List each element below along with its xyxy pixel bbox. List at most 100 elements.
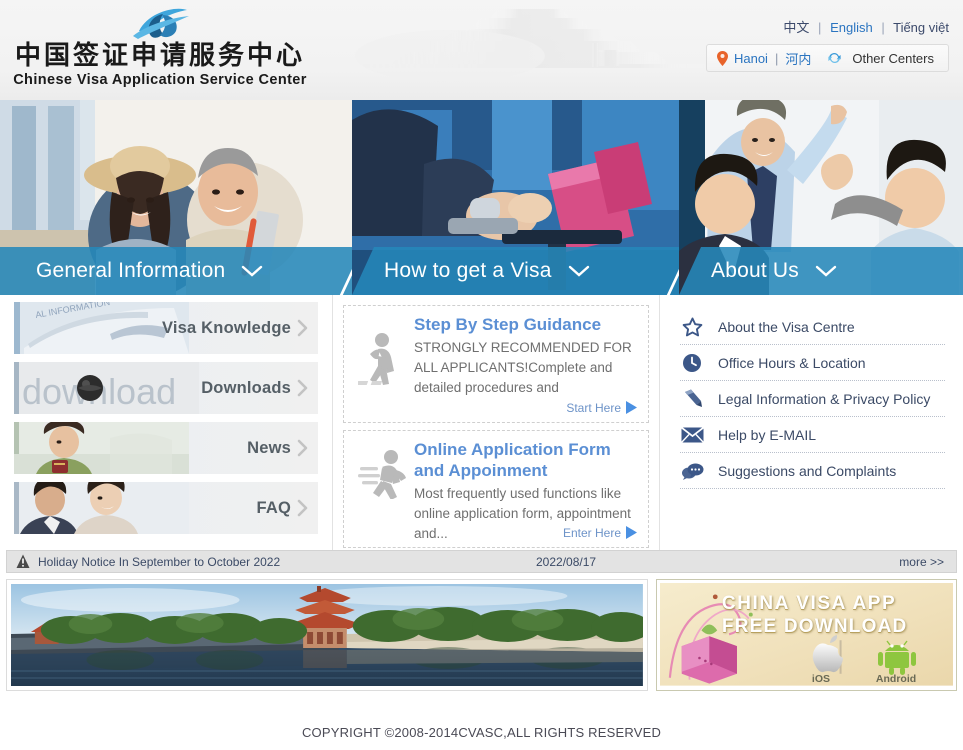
menu-label-visa-knowledge: Visa Knowledge: [161, 318, 291, 337]
swoosh-globe-logo-icon: [133, 8, 189, 39]
card-step-by-step-guidance[interactable]: Step By Step Guidance STRONGLY RECOMMEND…: [343, 305, 649, 423]
brand-name-cn: 中国签证申请服务中心: [14, 41, 305, 70]
center-city-cn[interactable]: 河内: [785, 49, 811, 68]
brand-name-en: Chinese Visa Application Service Center: [13, 72, 307, 88]
lang-option-vi[interactable]: Tiếng việt: [893, 20, 949, 35]
cta-enter-here[interactable]: Enter Here: [563, 525, 638, 540]
card-online-application-form[interactable]: Online Application Form and Appoinment M…: [343, 430, 649, 548]
android-icon: [877, 640, 916, 675]
banner-china-visa-app[interactable]: CHINA VISA APP FREE DOWNLOAD iOS Android: [655, 579, 957, 691]
news-thumbnail: [14, 422, 189, 474]
notice-bar-wrap: Holiday Notice In September to October 2…: [0, 550, 963, 573]
app-title-line1: CHINA VISA APP: [721, 593, 897, 614]
banner-forbidden-city[interactable]: [6, 579, 648, 691]
menu-label-downloads: Downloads: [201, 378, 291, 397]
link-label-office-hours-location: Office Hours & Location: [718, 354, 866, 371]
about-links-column: About the Visa Centre Office Hours & Loc…: [660, 295, 963, 550]
refresh-icon[interactable]: [827, 51, 842, 65]
downloads-thumbnail: download: [14, 362, 199, 414]
download-word-photo: download: [14, 362, 199, 414]
chevron-right-icon: [297, 439, 308, 457]
main-columns: AL INFORMATION Visa Knowledge download: [0, 295, 963, 550]
guidance-cards-column: Step By Step Guidance STRONGLY RECOMMEND…: [333, 295, 660, 550]
hero-label-how-to-get-a-visa: How to get a Visa: [384, 259, 552, 282]
link-suggestions-and-complaints[interactable]: Suggestions and Complaints: [680, 453, 945, 489]
hero-panel-general-information[interactable]: General Information: [0, 100, 352, 295]
chevron-down-icon: [815, 265, 837, 277]
star-icon: [680, 317, 704, 337]
hero-panel-about-us[interactable]: About Us: [679, 100, 963, 295]
link-help-by-email[interactable]: Help by E-MAIL: [680, 417, 945, 453]
hero-panel-how-to-get-a-visa[interactable]: How to get a Visa: [352, 100, 679, 295]
location-pin-icon: [716, 50, 728, 66]
notice-date: 2022/08/17: [536, 554, 597, 569]
center-city-en[interactable]: Hanoi: [734, 51, 768, 66]
menu-label-faq: FAQ: [256, 498, 291, 517]
menu-item-news[interactable]: News: [14, 422, 318, 474]
lang-separator-2: |: [881, 20, 885, 35]
walking-person-icon: [358, 333, 394, 385]
lang-option-zh[interactable]: 中文: [783, 20, 809, 35]
cta-start-here[interactable]: Start Here: [566, 400, 638, 415]
card-title-step-by-step-guidance: Step By Step Guidance: [414, 315, 602, 334]
notice-bar[interactable]: Holiday Notice In September to October 2…: [6, 550, 957, 573]
cta-label-start-here: Start Here: [566, 400, 621, 415]
link-legal-information-privacy-policy[interactable]: Legal Information & Privacy Policy: [680, 381, 945, 417]
chevron-down-icon: [242, 265, 263, 277]
hero-bar-how-to-get-a-visa[interactable]: How to get a Visa: [352, 247, 679, 295]
link-about-the-visa-centre[interactable]: About the Visa Centre: [680, 309, 945, 345]
menu-item-faq[interactable]: FAQ: [14, 482, 318, 534]
notice-more-link[interactable]: more >>: [899, 555, 944, 569]
center-city-separator: |: [774, 50, 779, 66]
forbidden-city-moat-photo: [11, 584, 643, 686]
menu-label-news: News: [247, 438, 291, 457]
warning-triangle-icon: [16, 554, 30, 568]
ios-label: iOS: [811, 673, 830, 685]
link-label-about-the-visa-centre: About the Visa Centre: [718, 318, 855, 335]
pagoda-watermark-icon: [355, 9, 710, 82]
hero-bar-about-us[interactable]: About Us: [679, 247, 963, 295]
link-office-hours-location[interactable]: Office Hours & Location: [680, 345, 945, 381]
hero-bar-general-information[interactable]: General Information: [0, 247, 352, 295]
clock-icon: [680, 353, 704, 373]
hero-label-about-us: About Us: [711, 259, 799, 282]
center-selector[interactable]: Hanoi | 河内 Other Centers: [705, 44, 949, 72]
site-header: 中国签证申请服务中心 Chinese Visa Application Serv…: [0, 0, 963, 100]
chevron-right-icon: [297, 319, 308, 337]
hero-banner-strip: General Information How to get a Visa Ab…: [0, 100, 963, 295]
hero-label-general-information: General Information: [36, 259, 226, 282]
faq-thumbnail: [14, 482, 189, 534]
left-menu-column: AL INFORMATION Visa Knowledge download: [0, 295, 333, 550]
card-title-online-application-form: Online Application Form and Appoinment: [414, 440, 611, 480]
copyright-text: COPYRIGHT ©2008-2014CVASC,ALL RIGHTS RES…: [301, 724, 662, 740]
chevron-right-icon: [297, 499, 308, 517]
site-footer: COPYRIGHT ©2008-2014CVASC,ALL RIGHTS RES…: [0, 714, 963, 750]
android-label: Android: [875, 673, 917, 685]
envelope-icon: [680, 426, 704, 443]
speech-bubble-icon: [680, 462, 704, 480]
lang-option-en[interactable]: English: [830, 20, 873, 35]
pencil-icon: [680, 388, 704, 409]
play-triangle-icon: [626, 401, 637, 414]
other-centers-label[interactable]: Other Centers: [852, 51, 934, 66]
link-label-legal-information-privacy-policy: Legal Information & Privacy Policy: [718, 390, 931, 407]
notice-title[interactable]: Holiday Notice In September to October 2…: [38, 555, 280, 569]
consultation-desk-photo: [14, 482, 189, 534]
site-brand[interactable]: 中国签证申请服务中心 Chinese Visa Application Serv…: [10, 4, 310, 89]
link-label-help-by-email: Help by E-MAIL: [718, 426, 817, 443]
card-desc-step-by-step-guidance: STRONGLY RECOMMENDED FOR ALL APPLICANTS!…: [414, 340, 632, 395]
link-label-suggestions-and-complaints: Suggestions and Complaints: [718, 462, 897, 479]
cta-label-enter-here: Enter Here: [562, 525, 621, 540]
page-root: 中国签证申请服务中心 Chinese Visa Application Serv…: [0, 0, 963, 750]
language-switcher: 中文 | English | Tiếng việt: [783, 17, 949, 36]
chevron-down-icon: [568, 265, 589, 277]
play-triangle-icon: [626, 526, 637, 539]
chevron-right-icon: [297, 379, 308, 397]
menu-item-visa-knowledge[interactable]: AL INFORMATION Visa Knowledge: [14, 302, 318, 354]
running-person-icon: [358, 450, 406, 499]
apple-icon: [812, 635, 843, 673]
app-banner-title: CHINA VISA APP FREE DOWNLOAD: [722, 592, 908, 638]
menu-item-downloads[interactable]: download Downloads: [14, 362, 318, 414]
lang-separator-1: |: [818, 20, 822, 35]
bottom-banners: CHINA VISA APP FREE DOWNLOAD iOS Android: [0, 573, 963, 691]
